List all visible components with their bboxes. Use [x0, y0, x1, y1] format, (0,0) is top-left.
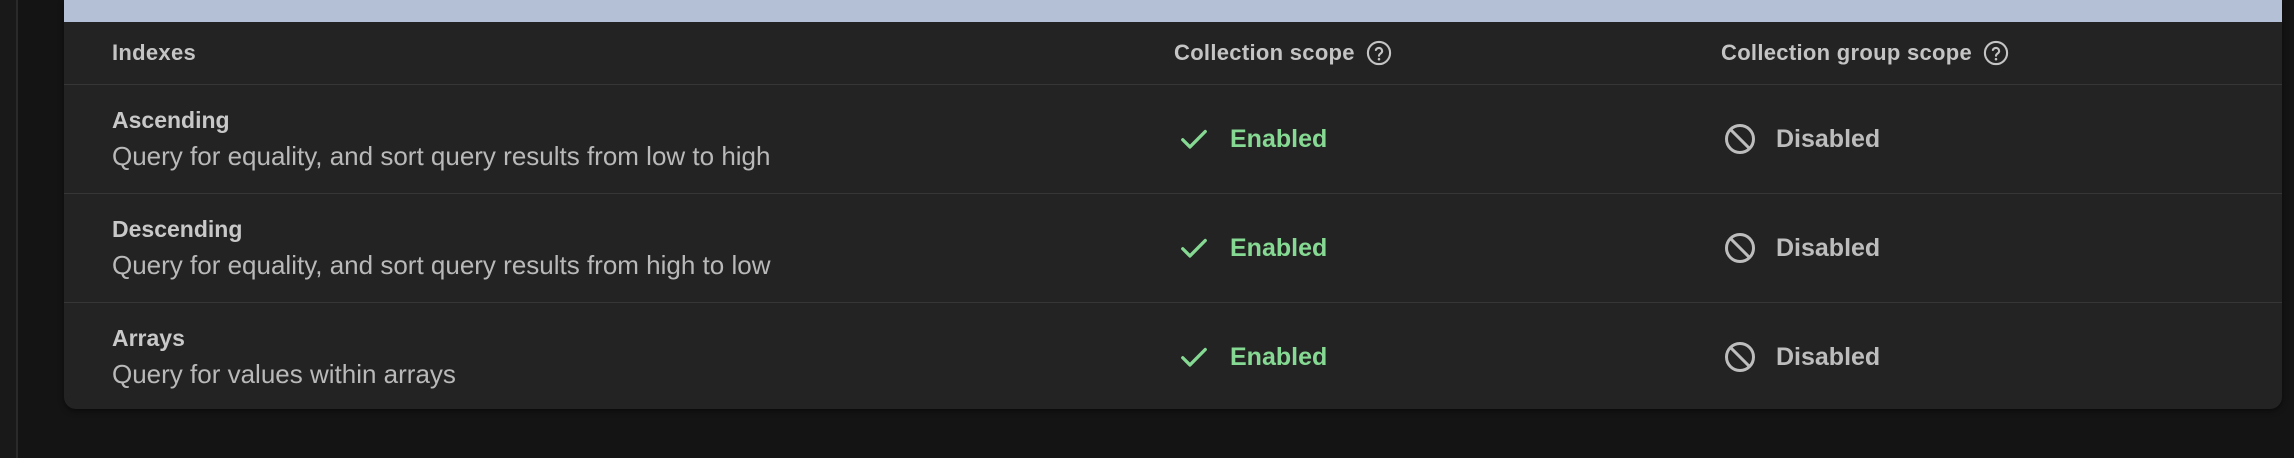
collection-group-scope-status: Disabled	[1722, 85, 1880, 193]
status-text-disabled: Disabled	[1776, 124, 1881, 153]
check-icon	[1176, 230, 1212, 266]
index-cell: Ascending Query for equality, and sort q…	[112, 85, 770, 193]
header-indexes-label: Indexes	[112, 40, 197, 65]
status-text-disabled: Disabled	[1776, 233, 1881, 262]
block-icon	[1722, 339, 1758, 375]
table-header: Indexes Collection scope Collection grou…	[64, 22, 2282, 85]
collection-scope-status: Enabled	[1176, 303, 1327, 409]
index-name: Ascending	[112, 107, 230, 133]
index-description: Query for equality, and sort query resul…	[112, 141, 771, 171]
table-row: Descending Query for equality, and sort …	[64, 194, 2282, 303]
collection-scope-status: Enabled	[1176, 85, 1327, 193]
header-collection-group-scope-label: Collection group scope	[1721, 40, 1973, 65]
collection-scope-status: Enabled	[1176, 194, 1327, 302]
index-name: Arrays	[112, 325, 185, 351]
index-description: Query for equality, and sort query resul…	[112, 250, 771, 280]
header-collection-scope: Collection scope	[1174, 22, 1393, 84]
check-icon	[1176, 339, 1212, 375]
status-text-enabled: Enabled	[1230, 233, 1328, 262]
collection-group-scope-status: Disabled	[1722, 303, 1880, 409]
status-text-enabled: Enabled	[1230, 342, 1328, 371]
status-text-enabled: Enabled	[1230, 124, 1328, 153]
header-collection-group-scope: Collection group scope	[1721, 22, 2010, 84]
index-cell: Arrays Query for values within arrays	[112, 303, 456, 409]
check-icon	[1176, 121, 1212, 157]
status-text-disabled: Disabled	[1776, 342, 1881, 371]
index-description: Query for values within arrays	[112, 359, 456, 389]
help-circle-icon[interactable]	[1982, 39, 2010, 67]
page: Indexes Collection scope Collection grou…	[0, 0, 2294, 458]
block-icon	[1722, 121, 1758, 157]
table-row: Arrays Query for values within arrays En…	[64, 303, 2282, 409]
top-bar	[64, 0, 2282, 22]
header-indexes: Indexes	[112, 22, 196, 84]
indexes-table-card: Indexes Collection scope Collection grou…	[64, 0, 2282, 409]
table-row: Ascending Query for equality, and sort q…	[64, 85, 2282, 194]
left-rail	[0, 0, 18, 458]
index-cell: Descending Query for equality, and sort …	[112, 194, 770, 302]
block-icon	[1722, 230, 1758, 266]
help-circle-icon[interactable]	[1365, 39, 1393, 67]
collection-group-scope-status: Disabled	[1722, 194, 1880, 302]
header-collection-scope-label: Collection scope	[1174, 40, 1355, 65]
index-name: Descending	[112, 216, 243, 242]
